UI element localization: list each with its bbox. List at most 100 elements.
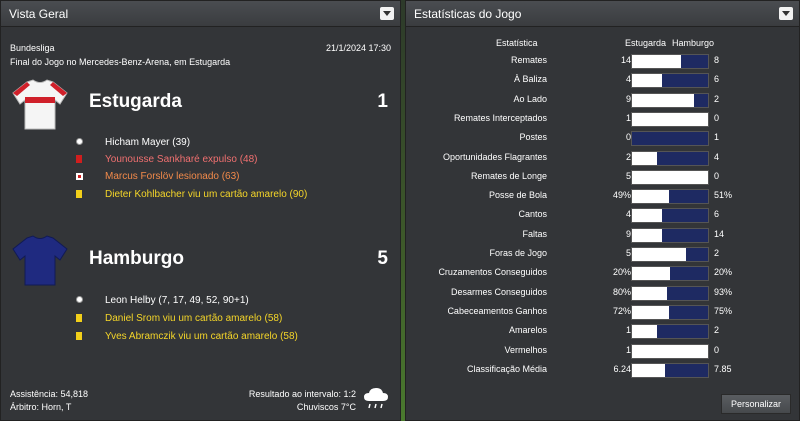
stat-label: Cantos [518, 209, 547, 220]
stat-label: Desarmes Conseguidos [450, 286, 547, 297]
stat-away-value: 0 [714, 112, 720, 123]
stat-label: Cabeceamentos Ganhos [447, 305, 547, 316]
weather-label: Chuviscos 7°C [296, 402, 356, 412]
stat-away-value: 51% [714, 190, 733, 201]
stat-row: Postes 0 1 [406, 129, 800, 148]
stat-home-fill [632, 190, 670, 204]
stat-away-value: 14 [714, 228, 725, 239]
away-team-name[interactable]: Hamburgo [89, 248, 184, 270]
match-stats-dropdown-button[interactable] [779, 7, 793, 20]
cloud-rain-icon [364, 388, 388, 409]
stat-row: Foras de Jogo 5 2 [406, 245, 800, 264]
home-column-header: Estugarda [625, 38, 667, 48]
stat-home-fill [632, 112, 708, 126]
stat-label: Remates de Longe [470, 170, 547, 181]
away-column-header: Hamburgo [672, 38, 715, 48]
stat-away-value: 6 [714, 209, 720, 220]
home-team-name[interactable]: Estugarda [89, 91, 182, 113]
stat-label: Amarelos [508, 325, 547, 336]
stat-home-fill [632, 170, 708, 184]
injury-icon [76, 173, 83, 180]
stat-away-value: 7.85 [714, 363, 732, 374]
home-event-3: Marcus Forslöv lesionado (63) [105, 171, 240, 182]
stat-comparison-bar [631, 247, 709, 262]
stat-home-value: 14 [620, 55, 631, 65]
stat-label: Faltas [522, 228, 547, 239]
stat-home-fill [632, 151, 658, 165]
stat-comparison-bar [631, 73, 709, 89]
stat-home-value: 80% [612, 286, 631, 297]
competition-label: Bundesliga [10, 43, 55, 53]
stat-comparison-bar [631, 150, 709, 166]
stat-away-value: 2 [714, 248, 720, 258]
stat-label: Vermelhos [504, 344, 547, 355]
stat-away-value: 20% [714, 267, 733, 278]
match-datetime: 21/1/2024 17:30 [325, 43, 391, 53]
stat-row: Classificação Média 6.24 7.85 [406, 361, 800, 380]
stat-home-fill [632, 74, 663, 88]
overview-dropdown-button[interactable] [380, 7, 394, 20]
stat-row: Remates Interceptados 1 0 [406, 110, 800, 129]
stat-label: Foras de Jogo [489, 248, 547, 258]
stat-comparison-bar [631, 362, 709, 378]
match-stats-title: Estatísticas do Jogo [414, 7, 522, 21]
stat-label: Remates [510, 55, 547, 65]
stat-row: Oportunidades Flagrantes 2 4 [406, 149, 800, 168]
stat-away-value: 4 [714, 151, 720, 162]
stat-comparison-bar [631, 227, 709, 243]
away-event-2: Daniel Srom viu um cartão amarelo (58) [105, 313, 283, 324]
stat-home-fill [632, 286, 667, 300]
overview-header: Vista Geral [1, 1, 400, 27]
stat-home-fill [632, 325, 658, 339]
stat-home-value: 72% [612, 305, 631, 316]
stat-home-value: 20% [612, 267, 631, 278]
stat-comparison-bar [631, 343, 709, 359]
stat-row: Remates de Longe 5 0 [406, 168, 800, 187]
stat-label: Remates Interceptados [453, 112, 547, 123]
stat-row: Cantos 4 6 [406, 206, 800, 225]
stat-away-value: 0 [714, 170, 720, 181]
goal-icon [76, 296, 83, 303]
stat-row: Faltas 9 14 [406, 226, 800, 245]
home-kit-icon [12, 79, 68, 130]
stat-home-fill [632, 248, 686, 261]
result-line: Final do Jogo no Mercedes-Benz-Arena, em… [10, 57, 231, 67]
goal-icon [76, 138, 83, 145]
customize-button[interactable]: Personalizar [721, 394, 791, 414]
stat-home-fill [632, 209, 663, 223]
stat-away-value: 75% [714, 305, 733, 316]
away-event-1: Leon Helby (7, 17, 49, 52, 90+1) [105, 295, 249, 306]
stat-comparison-bar [631, 189, 709, 205]
stat-row: Posse de Bola 49% 51% [406, 187, 800, 206]
stat-comparison-bar [631, 285, 709, 301]
stat-label: À Baliza [513, 74, 547, 85]
stat-label: Classificação Média [466, 363, 547, 374]
stat-home-fill [632, 344, 708, 358]
stat-label: Postes [519, 132, 547, 143]
stat-row: Ao Lado 9 2 [406, 91, 800, 110]
red-card-icon [76, 155, 82, 163]
stat-comparison-bar [631, 92, 709, 108]
stat-home-fill [632, 267, 670, 281]
stat-home-fill [632, 363, 666, 377]
stat-row: Remates 14 8 [406, 52, 800, 71]
stat-row: Cruzamentos Conseguidos 20% 20% [406, 264, 800, 283]
stat-away-value: 0 [714, 344, 720, 355]
attendance-label: Assistência: 54,818 [10, 389, 89, 399]
away-event-3: Yves Abramczik viu um cartão amarelo (58… [105, 331, 298, 342]
stat-away-value: 2 [714, 325, 720, 336]
stat-away-value: 1 [714, 132, 720, 143]
referee-label: Árbitro: Horn, T [10, 402, 72, 412]
stat-column-header: Estatística [496, 38, 538, 48]
stat-row: À Baliza 4 6 [406, 71, 800, 90]
stat-row: Amarelos 1 2 [406, 322, 800, 341]
stat-comparison-bar [631, 54, 709, 69]
stat-label: Oportunidades Flagrantes [442, 151, 547, 162]
yellow-card-icon [76, 332, 82, 340]
stat-home-fill [632, 55, 681, 68]
stat-comparison-bar [631, 131, 709, 147]
yellow-card-icon [76, 314, 82, 322]
away-team-score: 5 [377, 248, 388, 269]
yellow-card-icon [76, 190, 82, 198]
stat-home-value: 6.24 [613, 363, 631, 374]
